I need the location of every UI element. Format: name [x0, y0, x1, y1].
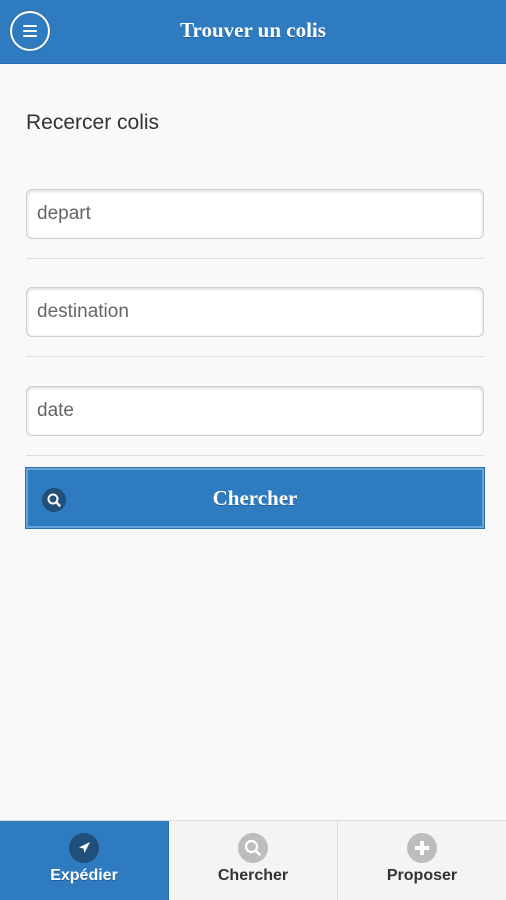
search-button-label: Chercher: [212, 486, 298, 510]
plus-icon: [407, 833, 437, 863]
nav-label: Proposer: [386, 867, 458, 884]
bottom-navbar: Expédier Chercher Proposer: [0, 820, 506, 900]
date-input[interactable]: [26, 386, 484, 436]
nav-item-proposer[interactable]: Proposer: [338, 821, 506, 900]
nav-label: Chercher: [217, 867, 289, 884]
send-icon: [69, 833, 99, 863]
nav-item-expedier[interactable]: Expédier: [0, 821, 169, 900]
header-bar: Trouver un colis: [0, 0, 506, 64]
app-screen: Trouver un colis Recercer colis Chercher: [0, 0, 506, 900]
main-content: Recercer colis Chercher: [0, 64, 506, 820]
depart-input[interactable]: [26, 189, 484, 239]
divider: [26, 258, 484, 259]
divider: [26, 356, 484, 357]
divider: [26, 455, 484, 456]
destination-input[interactable]: [26, 287, 484, 337]
search-button[interactable]: Chercher: [26, 468, 484, 528]
nav-label: Expédier: [50, 867, 118, 884]
section-label: Recercer colis: [26, 111, 160, 134]
page-title: Trouver un colis: [180, 18, 326, 42]
nav-item-chercher[interactable]: Chercher: [169, 821, 338, 900]
search-icon: [238, 833, 268, 863]
